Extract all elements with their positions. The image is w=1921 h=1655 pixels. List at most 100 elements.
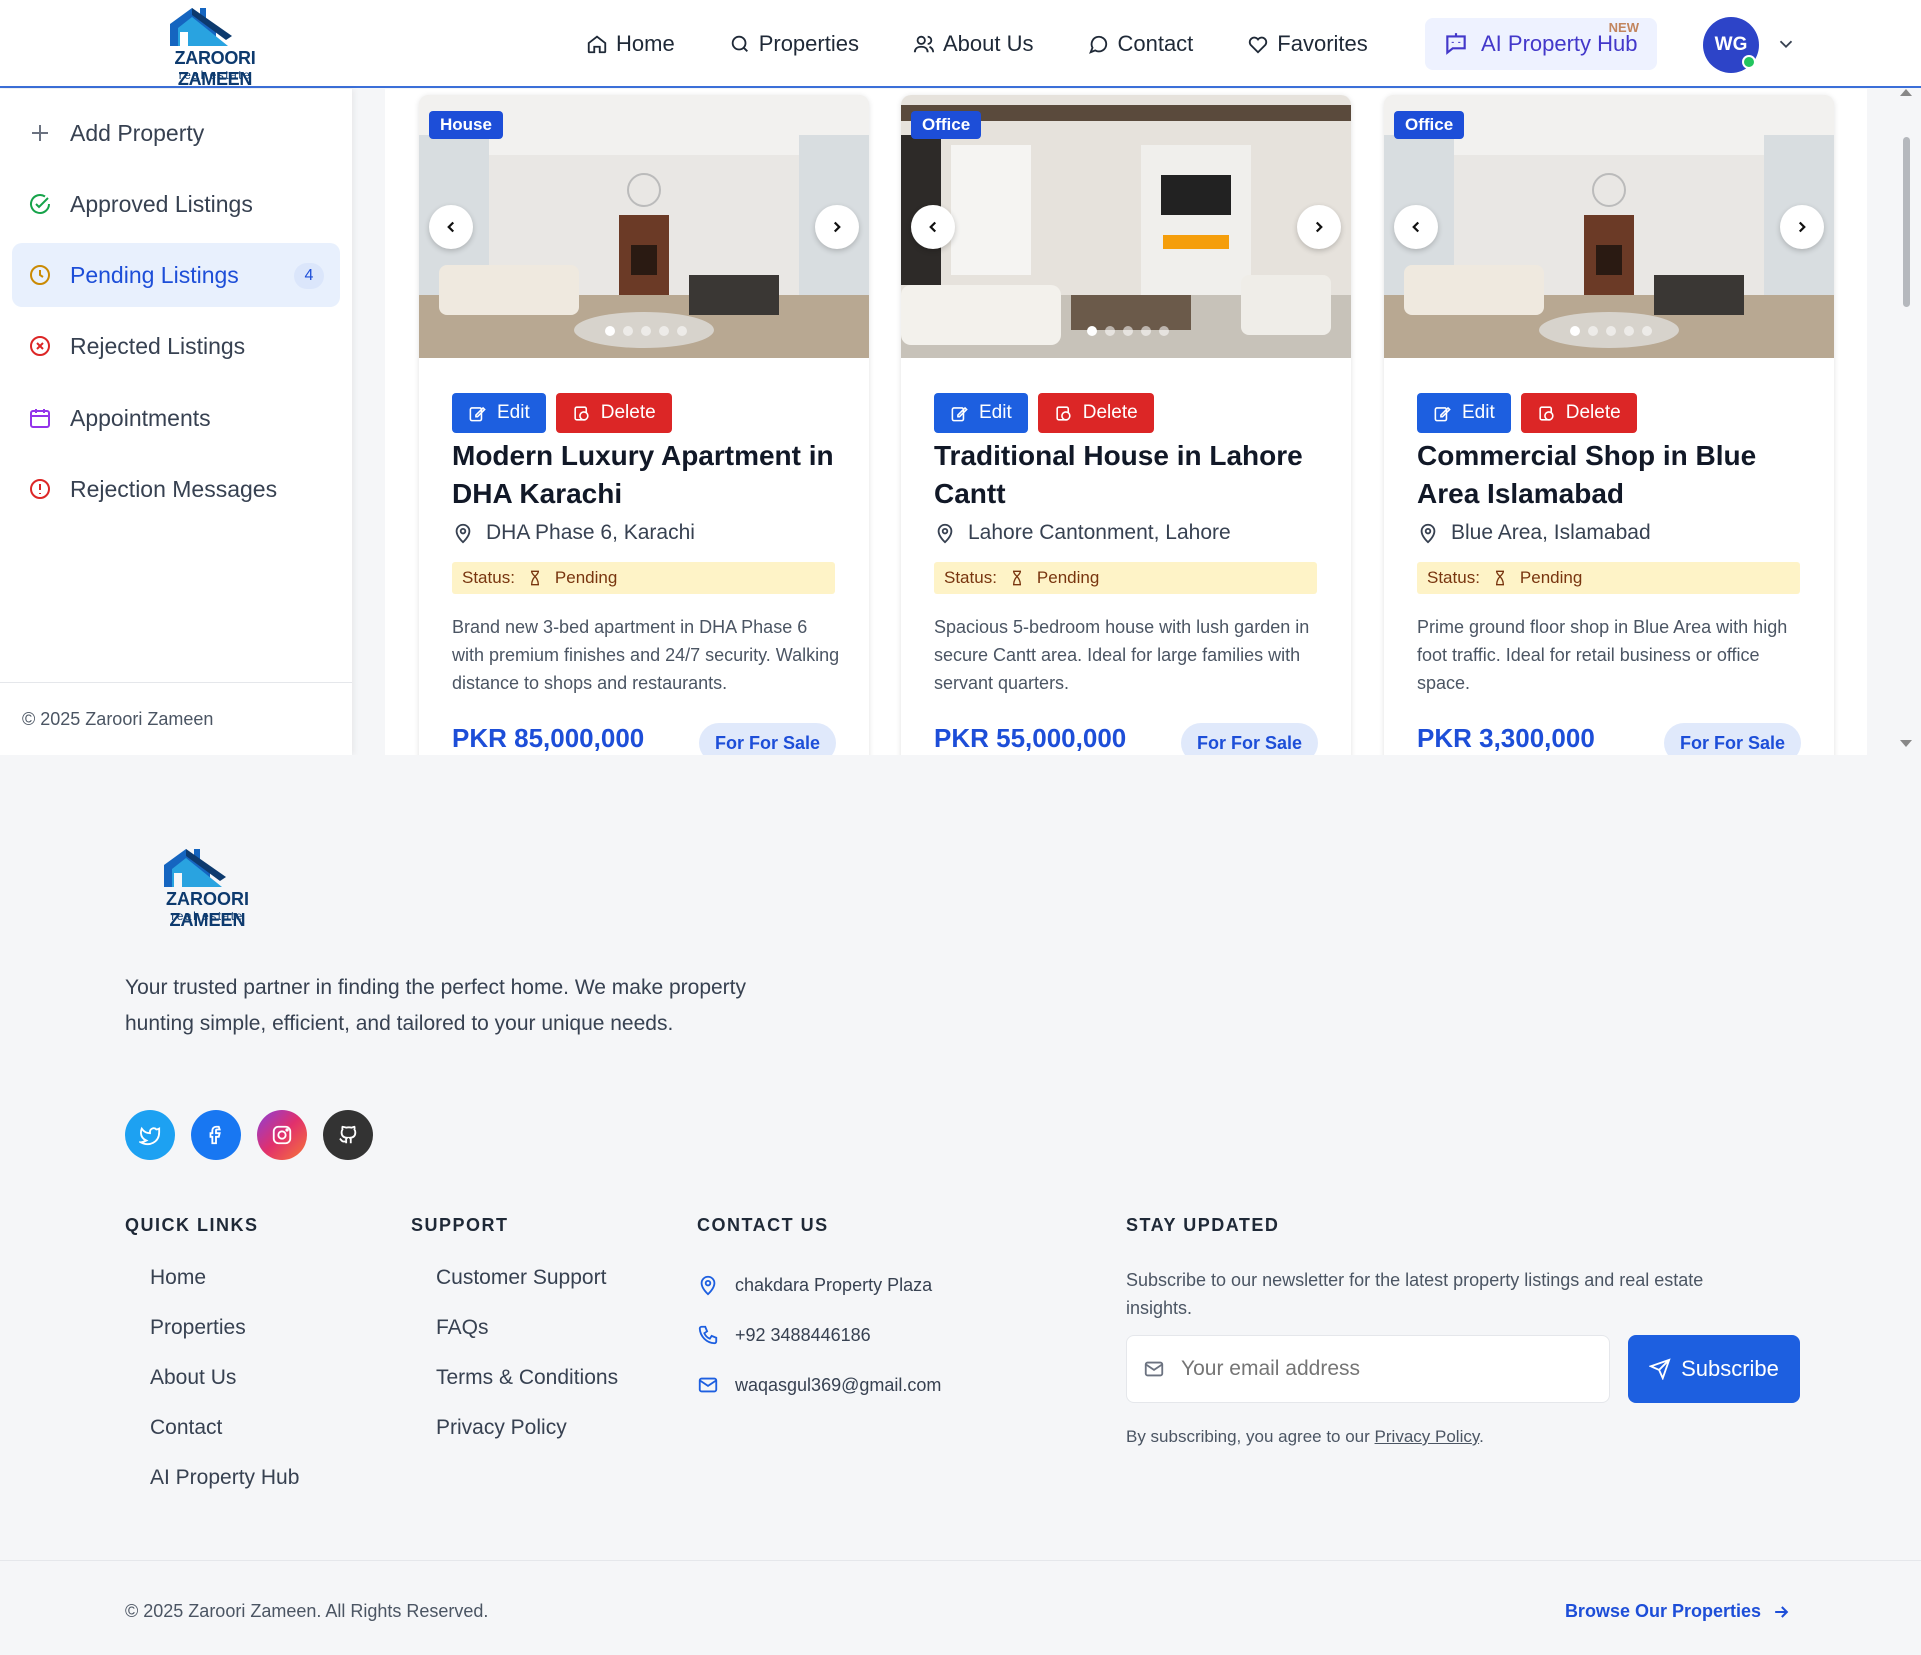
nav-about[interactable]: About Us bbox=[913, 26, 1033, 62]
carousel-dot[interactable] bbox=[1570, 326, 1580, 336]
next-image-button[interactable] bbox=[815, 205, 859, 249]
carousel-dot[interactable] bbox=[1642, 326, 1652, 336]
browse-properties-link[interactable]: Browse Our Properties bbox=[1565, 1601, 1791, 1622]
carousel-dot[interactable] bbox=[1159, 326, 1169, 336]
carousel-dot[interactable] bbox=[1105, 326, 1115, 336]
property-description: Prime ground floor shop in Blue Area wit… bbox=[1417, 617, 1788, 693]
twitter-icon bbox=[139, 1126, 161, 1146]
logo-house-icon bbox=[170, 8, 232, 46]
edit-button[interactable]: Edit bbox=[1417, 393, 1511, 433]
contact-phone[interactable]: +92 3488446186 bbox=[697, 1310, 941, 1360]
nav-ai-property-hub[interactable]: AI Property Hub NEW bbox=[1425, 18, 1657, 70]
footer-link-contact[interactable]: Contact bbox=[150, 1416, 299, 1466]
facebook-link[interactable] bbox=[191, 1110, 241, 1160]
delete-button[interactable]: Delete bbox=[1520, 393, 1637, 433]
status-label: Status: bbox=[462, 568, 515, 587]
nav-properties[interactable]: Properties bbox=[729, 26, 859, 62]
new-badge: NEW bbox=[1608, 20, 1639, 35]
footer-link-faqs[interactable]: FAQs bbox=[436, 1316, 618, 1366]
carousel-dot[interactable] bbox=[641, 326, 651, 336]
scroll-thumb[interactable] bbox=[1903, 137, 1910, 307]
map-pin-icon bbox=[455, 523, 471, 544]
sidebar-item-label: Approved Listings bbox=[70, 190, 253, 217]
sidebar-item-approved-listings[interactable]: Approved Listings bbox=[12, 172, 340, 236]
hourglass-icon bbox=[530, 570, 539, 586]
twitter-link[interactable] bbox=[125, 1110, 175, 1160]
contact-email[interactable]: waqasgul369@gmail.com bbox=[697, 1360, 941, 1410]
property-location: Lahore Cantonment, Lahore bbox=[934, 521, 1231, 545]
github-link[interactable] bbox=[323, 1110, 373, 1160]
property-price: PKR 85,000,000 bbox=[452, 723, 645, 753]
carousel-dot[interactable] bbox=[605, 326, 615, 336]
sidebar-item-pending-listings[interactable]: Pending Listings 4 bbox=[12, 243, 340, 307]
property-title[interactable]: Modern Luxury Apartment in DHA Karachi bbox=[452, 437, 842, 513]
next-image-button[interactable] bbox=[1780, 205, 1824, 249]
delete-label: Delete bbox=[1082, 402, 1138, 423]
social-links bbox=[125, 1110, 373, 1160]
privacy-policy-link[interactable]: Privacy Policy bbox=[1375, 1427, 1480, 1446]
property-type-badge: Office bbox=[1394, 111, 1465, 139]
prev-image-button[interactable] bbox=[429, 205, 473, 249]
carousel-dot[interactable] bbox=[1588, 326, 1598, 336]
footer-link-ai-hub[interactable]: AI Property Hub bbox=[150, 1466, 299, 1516]
nav-favorites[interactable]: Favorites bbox=[1247, 26, 1368, 62]
property-title[interactable]: Traditional House in Lahore Cantt bbox=[934, 437, 1324, 513]
edit-label: Edit bbox=[1462, 402, 1495, 423]
subscribe-button[interactable]: Subscribe bbox=[1628, 1335, 1800, 1403]
footer-link-about[interactable]: About Us bbox=[150, 1366, 299, 1416]
trash-icon bbox=[1539, 405, 1554, 421]
phone-icon bbox=[698, 1325, 718, 1345]
footer-link-home[interactable]: Home bbox=[150, 1266, 299, 1316]
nav-contact[interactable]: Contact bbox=[1087, 26, 1193, 62]
email-field[interactable] bbox=[1126, 1335, 1610, 1403]
brand-logo[interactable]: ZAROORI ZAMEEN real estate bbox=[140, 4, 290, 89]
next-image-button[interactable] bbox=[1297, 205, 1341, 249]
footer-link-customer-support[interactable]: Customer Support bbox=[436, 1266, 618, 1316]
sidebar-item-add-property[interactable]: Add Property bbox=[12, 101, 340, 165]
carousel-dot[interactable] bbox=[677, 326, 687, 336]
main-scrollbar[interactable] bbox=[1899, 89, 1913, 755]
sidebar-item-appointments[interactable]: Appointments bbox=[12, 386, 340, 450]
footer-link-privacy[interactable]: Privacy Policy bbox=[436, 1416, 618, 1466]
prev-image-button[interactable] bbox=[1394, 205, 1438, 249]
property-title[interactable]: Commercial Shop in Blue Area Islamabad bbox=[1417, 437, 1807, 513]
disclaimer-prefix: By subscribing, you agree to our bbox=[1126, 1427, 1370, 1446]
disclaimer-suffix: . bbox=[1479, 1427, 1484, 1446]
nav-home[interactable]: Home bbox=[586, 26, 675, 62]
instagram-link[interactable] bbox=[257, 1110, 307, 1160]
carousel-dots bbox=[1087, 326, 1169, 336]
footer-link-terms[interactable]: Terms & Conditions bbox=[436, 1366, 618, 1416]
carousel-dot[interactable] bbox=[1123, 326, 1133, 336]
carousel-dot[interactable] bbox=[1141, 326, 1151, 336]
carousel-dot[interactable] bbox=[1606, 326, 1616, 336]
footer-link-properties[interactable]: Properties bbox=[150, 1316, 299, 1366]
carousel-dot[interactable] bbox=[623, 326, 633, 336]
instagram-icon bbox=[272, 1125, 292, 1145]
delete-button[interactable]: Delete bbox=[555, 393, 672, 433]
edit-label: Edit bbox=[979, 402, 1012, 423]
edit-button[interactable]: Edit bbox=[934, 393, 1028, 433]
footer-bottom-bar: © 2025 Zaroori Zameen. All Rights Reserv… bbox=[0, 1560, 1921, 1621]
map-pin-icon bbox=[1420, 523, 1436, 544]
email-input[interactable] bbox=[1181, 1357, 1561, 1381]
carousel-dot[interactable] bbox=[659, 326, 669, 336]
carousel-dot[interactable] bbox=[1624, 326, 1634, 336]
prev-image-button[interactable] bbox=[911, 205, 955, 249]
dashboard-sidebar: Add Property Approved Listings Pending L… bbox=[0, 89, 352, 755]
sidebar-item-rejection-messages[interactable]: Rejection Messages bbox=[12, 457, 340, 521]
alert-circle-icon bbox=[30, 479, 50, 499]
home-icon bbox=[587, 35, 607, 54]
support-heading: SUPPORT bbox=[411, 1215, 509, 1235]
carousel-dot[interactable] bbox=[1087, 326, 1097, 336]
chevron-down-icon[interactable] bbox=[1775, 33, 1797, 55]
scroll-up-arrow[interactable] bbox=[1900, 89, 1912, 96]
chevron-right-icon bbox=[1798, 221, 1806, 233]
chevron-left-icon bbox=[1412, 221, 1420, 233]
edit-icon bbox=[1434, 406, 1451, 421]
delete-button[interactable]: Delete bbox=[1037, 393, 1154, 433]
edit-button[interactable]: Edit bbox=[452, 393, 546, 433]
property-description: Brand new 3-bed apartment in DHA Phase 6… bbox=[452, 617, 840, 693]
sidebar-item-rejected-listings[interactable]: Rejected Listings bbox=[12, 314, 340, 378]
scroll-down-arrow[interactable] bbox=[1900, 740, 1912, 747]
footer-logo[interactable]: ZAROORI ZAMEEN real estate bbox=[140, 843, 275, 933]
